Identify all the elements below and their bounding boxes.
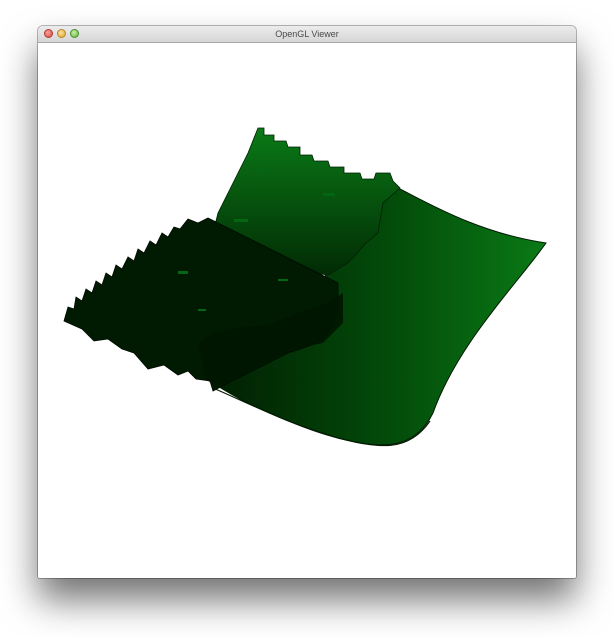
surface-render	[63, 127, 547, 447]
screen: OpenGL Viewer	[0, 0, 614, 636]
opengl-viewer-window: OpenGL Viewer	[38, 26, 576, 578]
title-bar[interactable]: OpenGL Viewer	[38, 26, 576, 43]
window-title: OpenGL Viewer	[275, 29, 339, 39]
gl-viewport[interactable]	[38, 43, 576, 578]
